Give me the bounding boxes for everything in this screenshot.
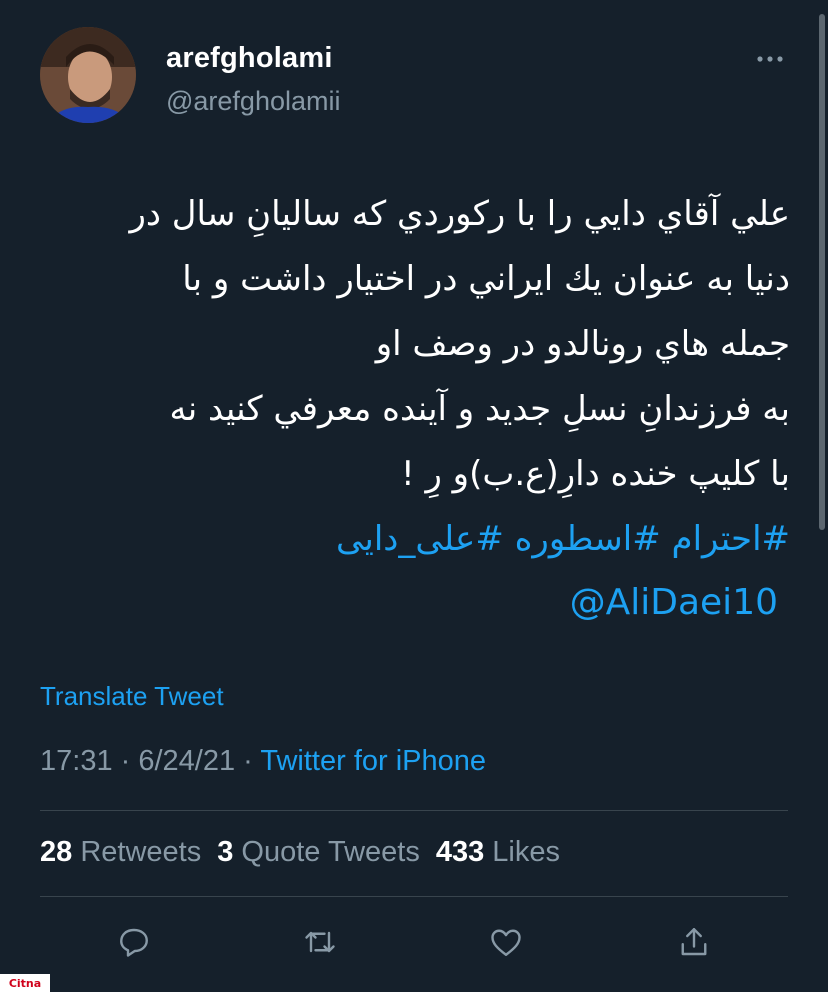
citna-logo: Citna bbox=[9, 977, 41, 990]
avatar[interactable] bbox=[40, 27, 136, 123]
mention-link[interactable]: @AliDaei10 bbox=[40, 578, 778, 628]
watermark-logo: Citna bbox=[0, 974, 50, 992]
tweet-source-link[interactable]: Twitter for iPhone bbox=[260, 745, 486, 777]
quote-tweets-stat[interactable]: 3 Quote Tweets bbox=[217, 836, 420, 868]
tweet-line: جمله هاي رونالدو در وصف او bbox=[375, 324, 790, 364]
divider bbox=[40, 810, 788, 811]
display-name[interactable]: arefgholami bbox=[166, 42, 333, 75]
tweet-line: دنيا به عنوان يك ايراني در اختيار داشت و… bbox=[182, 259, 790, 299]
tweet-line: به فرزندانِ نسلِ جديد و آينده معرفي كنيد… bbox=[169, 389, 790, 429]
likes-count: 433 bbox=[435, 836, 485, 868]
likes-label: Likes bbox=[492, 836, 560, 868]
meta-separator: · bbox=[112, 745, 139, 777]
more-options-icon[interactable] bbox=[752, 44, 788, 74]
retweet-icon[interactable] bbox=[298, 920, 342, 964]
hashtags-link[interactable]: #احترام #اسطوره #علی_دایی bbox=[40, 507, 790, 572]
divider bbox=[40, 896, 788, 897]
tweet-stats: 28 Retweets 3 Quote Tweets 433 Likes bbox=[40, 836, 560, 869]
share-icon[interactable] bbox=[672, 920, 716, 964]
tweet-text: علي آقاي دايي را با ركوردي كه ساليانِ سا… bbox=[40, 182, 790, 572]
avatar-photo bbox=[40, 27, 136, 123]
like-icon[interactable] bbox=[484, 920, 528, 964]
retweets-stat[interactable]: 28 Retweets bbox=[40, 836, 201, 868]
quote-tweets-label: Quote Tweets bbox=[241, 836, 420, 868]
scrollbar[interactable] bbox=[819, 14, 825, 530]
tweet-meta: 17:31 · 6/24/21 · Twitter for iPhone bbox=[40, 745, 486, 778]
meta-separator: · bbox=[235, 745, 261, 777]
likes-stat[interactable]: 433 Likes bbox=[436, 836, 560, 868]
quote-tweets-count: 3 bbox=[217, 836, 234, 868]
user-handle[interactable]: @arefgholamii bbox=[166, 86, 341, 117]
translate-tweet-link[interactable]: Translate Tweet bbox=[40, 681, 224, 712]
tweet-time[interactable]: 17:31 bbox=[40, 745, 113, 777]
retweets-count: 28 bbox=[40, 836, 73, 868]
tweet-line: علي آقاي دايي را با ركوردي كه ساليانِ سا… bbox=[129, 194, 790, 234]
tweet-line: با كليپ خنده دارِ(ع.ب)و رِ ! bbox=[401, 454, 790, 494]
svg-text:Citna: Citna bbox=[9, 977, 41, 990]
tweet-date[interactable]: 6/24/21 bbox=[138, 745, 235, 777]
retweets-label: Retweets bbox=[80, 836, 202, 868]
reply-icon[interactable] bbox=[112, 920, 156, 964]
